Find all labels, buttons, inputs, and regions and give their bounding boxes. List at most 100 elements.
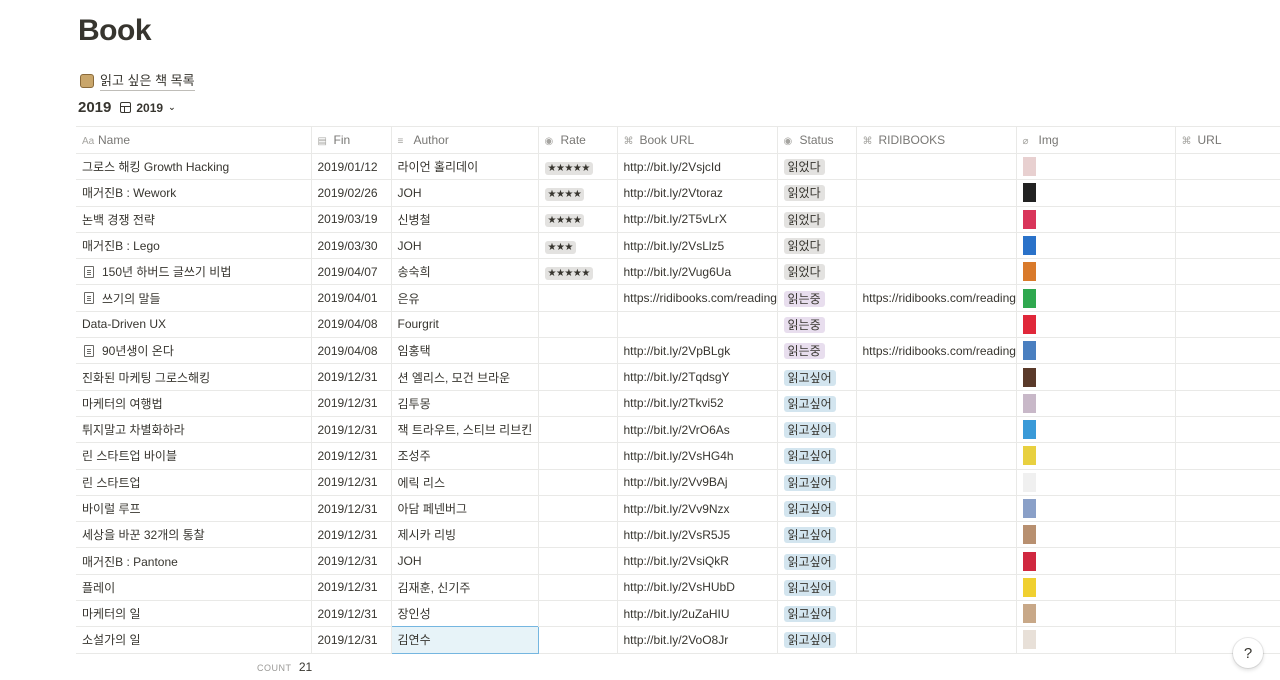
table-row[interactable]: 쓰기의 말들 2019/04/01 은유 https://ridibooks.com/…	[76, 284, 1280, 312]
book-cover-thumbnail[interactable]	[1022, 525, 1036, 545]
ridibooks-cell[interactable]	[856, 573, 1017, 601]
table-row[interactable]: 소설가의 일 2019/12/31 김연수 http://bit.ly/2VoO8Jr…	[76, 626, 1280, 654]
ridibooks-cell[interactable]	[856, 179, 1017, 207]
author-cell[interactable]: 장인성	[391, 600, 539, 627]
ridibooks-cell[interactable]	[856, 626, 1017, 654]
rate-cell[interactable]	[538, 626, 618, 654]
table-row[interactable]: 매거진B : Lego 2019/03/30 JOH ★★★ http://bit.ly…	[76, 231, 1280, 259]
status-cell[interactable]: 읽고싶어	[777, 415, 857, 443]
author-cell[interactable]: 김투몽	[391, 389, 539, 417]
help-button[interactable]: ?	[1233, 638, 1263, 668]
status-cell[interactable]: 읽었다	[777, 179, 857, 207]
table-row[interactable]: 튀지말고 차별화하라 2019/12/31 잭 트라우트, 스티브 리브킨 http:…	[76, 415, 1280, 443]
view-switcher[interactable]: 2019 ⌄	[120, 101, 176, 115]
fin-cell[interactable]: 2019/03/30	[311, 231, 392, 259]
book-url-cell[interactable]: http://bit.ly/2Vug6Ua	[617, 258, 778, 285]
table-row[interactable]: 논백 경쟁 전략 2019/03/19 신병철 ★★★★ http://bit.ly/2…	[76, 205, 1280, 233]
img-cell[interactable]	[1016, 626, 1176, 654]
url-cell[interactable]	[1175, 258, 1280, 285]
ridibooks-cell[interactable]	[856, 152, 1017, 180]
book-url-cell[interactable]: http://bit.ly/2Vv9BAj	[617, 468, 778, 496]
name-cell[interactable]: 플레이	[76, 573, 312, 601]
ridibooks-cell[interactable]	[856, 547, 1017, 575]
ridibooks-cell[interactable]	[856, 521, 1017, 548]
column-header[interactable]: ▤ Fin	[311, 126, 392, 154]
author-cell[interactable]: JOH	[391, 179, 539, 207]
author-cell[interactable]: 라이언 홀리데이	[391, 152, 539, 180]
book-cover-thumbnail[interactable]	[1022, 209, 1036, 229]
rate-cell[interactable]: ★★★★	[538, 179, 618, 207]
url-cell[interactable]	[1175, 600, 1280, 627]
ridibooks-cell[interactable]	[856, 231, 1017, 259]
book-url-cell[interactable]: http://bit.ly/2VsjcId	[617, 152, 778, 180]
column-header[interactable]: ⌘ RIDIBOOKS	[856, 126, 1017, 154]
book-cover-thumbnail[interactable]	[1022, 341, 1036, 361]
column-header[interactable]: ⌘ URL	[1175, 126, 1280, 154]
table-row[interactable]: 린 스타트업 2019/12/31 에릭 리스 http://bit.ly/2Vv9B…	[76, 468, 1280, 496]
name-cell[interactable]: Data-Driven UX	[76, 310, 312, 338]
book-cover-thumbnail[interactable]	[1022, 183, 1036, 203]
column-header[interactable]: ◉ Status	[777, 126, 857, 154]
rate-cell[interactable]	[538, 521, 618, 548]
status-cell[interactable]: 읽었다	[777, 258, 857, 285]
name-cell[interactable]: 90년생이 온다	[76, 337, 312, 364]
book-url-cell[interactable]: http://bit.ly/2VsR5J5	[617, 521, 778, 548]
author-cell[interactable]: 아담 페넨버그	[391, 494, 539, 522]
url-cell[interactable]	[1175, 284, 1280, 312]
author-cell[interactable]: 잭 트라우트, 스티브 리브킨	[391, 415, 539, 443]
ridibooks-cell[interactable]	[856, 205, 1017, 233]
book-url-cell[interactable]: http://bit.ly/2VoO8Jr	[617, 626, 778, 654]
status-cell[interactable]: 읽고싶어	[777, 363, 857, 391]
book-url-cell[interactable]: http://bit.ly/2uZaHIU	[617, 600, 778, 627]
name-cell[interactable]: 린 스타트업	[76, 468, 312, 496]
img-cell[interactable]	[1016, 547, 1176, 575]
status-cell[interactable]: 읽는중	[777, 337, 857, 364]
book-url-cell[interactable]: http://bit.ly/2Vv9Nzx	[617, 494, 778, 522]
ridibooks-cell[interactable]: https://ridibooks.com/reading	[856, 337, 1017, 364]
img-cell[interactable]	[1016, 600, 1176, 627]
rate-cell[interactable]	[538, 310, 618, 338]
ridibooks-cell[interactable]	[856, 415, 1017, 443]
column-header[interactable]: ⌘ Book URL	[617, 126, 778, 154]
rate-cell[interactable]: ★★★	[538, 231, 618, 259]
name-cell[interactable]: 쓰기의 말들	[76, 284, 312, 312]
url-cell[interactable]	[1175, 494, 1280, 522]
img-cell[interactable]	[1016, 521, 1176, 548]
book-url-cell[interactable]: http://bit.ly/2VsHG4h	[617, 442, 778, 470]
book-cover-thumbnail[interactable]	[1022, 314, 1036, 334]
img-cell[interactable]	[1016, 415, 1176, 443]
name-cell[interactable]: 마케터의 일	[76, 600, 312, 627]
table-row[interactable]: 매거진B : Pantone 2019/12/31 JOH http://bit.ly…	[76, 547, 1280, 575]
book-cover-thumbnail[interactable]	[1022, 157, 1036, 177]
img-cell[interactable]	[1016, 573, 1176, 601]
name-cell[interactable]: 매거진B : Lego	[76, 231, 312, 259]
img-cell[interactable]	[1016, 442, 1176, 470]
book-url-cell[interactable]	[617, 310, 778, 338]
status-cell[interactable]: 읽었다	[777, 205, 857, 233]
url-cell[interactable]	[1175, 468, 1280, 496]
author-cell[interactable]: 제시카 리빙	[391, 521, 539, 548]
table-row[interactable]: 마케터의 여행법 2019/12/31 김투몽 http://bit.ly/2Tkvi…	[76, 389, 1280, 417]
fin-cell[interactable]: 2019/12/31	[311, 415, 392, 443]
rate-cell[interactable]	[538, 363, 618, 391]
ridibooks-cell[interactable]	[856, 389, 1017, 417]
table-row[interactable]: 플레이 2019/12/31 김재훈, 신기주 http://bit.ly/2VsHU…	[76, 573, 1280, 601]
status-cell[interactable]: 읽는중	[777, 310, 857, 338]
fin-cell[interactable]: 2019/03/19	[311, 205, 392, 233]
fin-cell[interactable]: 2019/12/31	[311, 600, 392, 627]
author-cell[interactable]: 조성주	[391, 442, 539, 470]
url-cell[interactable]	[1175, 205, 1280, 233]
book-url-cell[interactable]: http://bit.ly/2T5vLrX	[617, 205, 778, 233]
img-cell[interactable]	[1016, 468, 1176, 496]
book-cover-thumbnail[interactable]	[1022, 446, 1036, 466]
book-cover-thumbnail[interactable]	[1022, 472, 1036, 492]
rate-cell[interactable]: ★★★★	[538, 205, 618, 233]
author-cell[interactable]: 신병철	[391, 205, 539, 233]
img-cell[interactable]	[1016, 179, 1176, 207]
rate-cell[interactable]	[538, 442, 618, 470]
book-url-cell[interactable]: https://ridibooks.com/reading	[617, 284, 778, 312]
table-row[interactable]: 린 스타트업 바이블 2019/12/31 조성주 http://bit.ly/2Vs…	[76, 442, 1280, 470]
book-cover-thumbnail[interactable]	[1022, 236, 1036, 256]
name-cell[interactable]: 세상을 바꾼 32개의 통찰	[76, 521, 312, 548]
img-cell[interactable]	[1016, 310, 1176, 338]
